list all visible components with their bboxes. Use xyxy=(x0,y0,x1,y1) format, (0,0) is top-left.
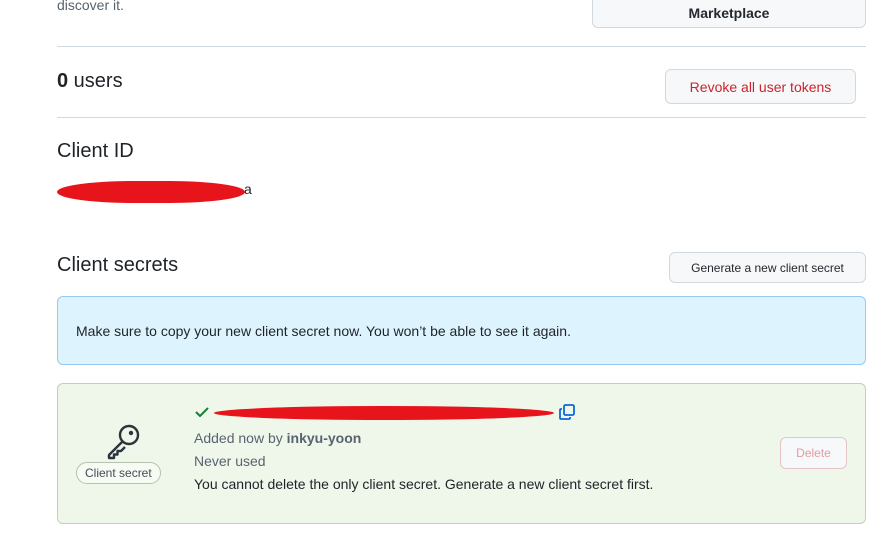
divider xyxy=(57,117,866,118)
client-secret-item: Client secret Added now by inkyu-yoon Ne… xyxy=(57,383,866,524)
divider xyxy=(57,46,866,47)
copy-secret-notice: Make sure to copy your new client secret… xyxy=(57,296,866,365)
delete-secret-button[interactable]: Delete xyxy=(780,437,847,469)
copy-secret-notice-text: Make sure to copy your new client secret… xyxy=(76,323,571,339)
secret-delete-warning: You cannot delete the only client secret… xyxy=(194,476,654,492)
copy-icon[interactable] xyxy=(558,403,576,421)
client-secrets-heading: Client secrets xyxy=(57,254,179,276)
users-count-label: users xyxy=(68,70,123,92)
secret-added-prefix: Added now by xyxy=(194,430,287,446)
client-id-value-visible: a xyxy=(244,181,253,197)
secret-added-by: Added now by inkyu-yoon xyxy=(194,430,361,446)
generate-client-secret-button[interactable]: Generate a new client secret xyxy=(669,252,866,283)
redaction-mark xyxy=(214,406,554,420)
users-count: 0 users xyxy=(57,70,123,93)
users-count-number: 0 xyxy=(57,70,69,92)
revoke-all-user-tokens-button[interactable]: Revoke all user tokens xyxy=(665,69,856,104)
redaction-mark xyxy=(57,181,245,203)
key-icon xyxy=(107,424,140,460)
secret-added-user: inkyu-yoon xyxy=(286,430,362,446)
secret-usage: Never used xyxy=(194,453,266,469)
client-id-heading: Client ID xyxy=(57,140,134,162)
check-icon xyxy=(195,407,209,417)
app-description-tail: discover it. xyxy=(57,0,124,13)
marketplace-button[interactable]: Marketplace xyxy=(592,0,866,28)
client-secret-badge: Client secret xyxy=(76,462,161,484)
